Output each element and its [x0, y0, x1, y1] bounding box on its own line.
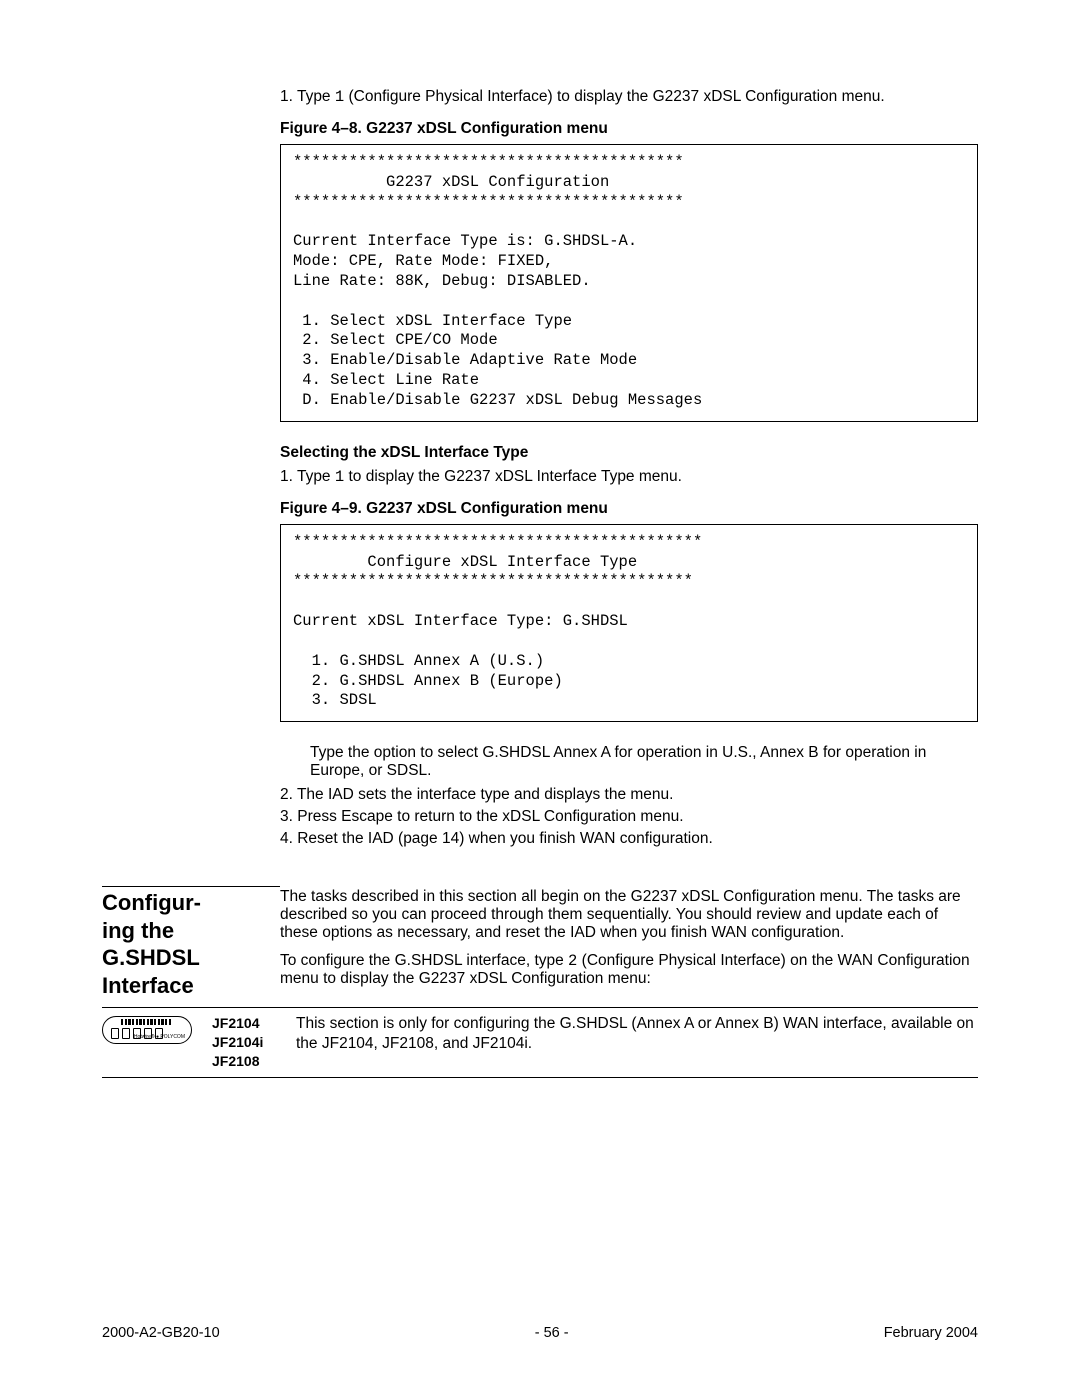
model-note-row: Hotwire® ● POLYCOM JF2104 JF2104i JF2108…	[102, 1007, 978, 1078]
figure-4-8-code: ****************************************…	[280, 144, 978, 422]
section-para-2: To configure the G.SHDSL interface, type…	[280, 952, 978, 988]
select-step-1: 1. Type 1 to display the G2237 xDSL Inte…	[280, 468, 978, 486]
device-icon: Hotwire® ● POLYCOM	[102, 1016, 192, 1044]
select-step-1-prefix: 1. Type	[280, 468, 335, 485]
section-configuring-gshdsl: Configur- ing the G.SHDSL Interface The …	[102, 886, 978, 999]
main-column: 1. Type 1 (Configure Physical Interface)…	[280, 88, 978, 848]
device-icon-col: Hotwire® ● POLYCOM	[102, 1014, 212, 1044]
device-icon-label: Hotwire® ● POLYCOM	[134, 1034, 185, 1040]
post-fig49-item4: 4. Reset the IAD (page 14) when you fini…	[280, 830, 978, 848]
step-1-intro: 1. Type 1 (Configure Physical Interface)…	[280, 88, 978, 106]
side-heading-configuring: Configur- ing the G.SHDSL Interface	[102, 886, 280, 999]
step-1-prefix: 1. Type	[280, 88, 335, 105]
figure-4-8-caption: Figure 4–8. G2237 xDSL Configuration men…	[280, 120, 978, 138]
step-1-code: 1	[335, 88, 344, 106]
footer-left: 2000-A2-GB20-10	[102, 1325, 220, 1341]
note-models: JF2104 JF2104i JF2108	[212, 1014, 296, 1071]
step-1-suffix: (Configure Physical Interface) to displa…	[344, 88, 885, 105]
figure-4-9-code: ****************************************…	[280, 524, 978, 722]
note-model-2: JF2108	[212, 1052, 296, 1071]
note-model-0: JF2104	[212, 1014, 296, 1033]
note-text: This section is only for configuring the…	[296, 1014, 978, 1054]
footer-right: February 2004	[884, 1325, 978, 1341]
select-step-1-code: 1	[335, 468, 344, 486]
post-fig49-item2: 2. The IAD sets the interface type and d…	[280, 786, 978, 804]
figure-4-9-caption: Figure 4–9. G2237 xDSL Configuration men…	[280, 500, 978, 518]
section-para-2-code: 2	[568, 952, 577, 970]
note-model-1: JF2104i	[212, 1033, 296, 1052]
footer-center: - 56 -	[535, 1325, 569, 1341]
section-body: The tasks described in this section all …	[280, 886, 978, 996]
selecting-xdsl-heading: Selecting the xDSL Interface Type	[280, 444, 978, 462]
select-step-1-suffix: to display the G2237 xDSL Interface Type…	[344, 468, 682, 485]
section-para-2-prefix: To configure the G.SHDSL interface, type	[280, 952, 568, 969]
post-fig49-para: Type the option to select G.SHDSL Annex …	[310, 744, 978, 780]
device-icon-slots	[121, 1019, 171, 1025]
document-page: 1. Type 1 (Configure Physical Interface)…	[0, 0, 1080, 1397]
post-fig49-item3: 3. Press Escape to return to the xDSL Co…	[280, 808, 978, 826]
page-footer: 2000-A2-GB20-10 - 56 - February 2004	[102, 1325, 978, 1341]
section-para-1: The tasks described in this section all …	[280, 888, 978, 942]
